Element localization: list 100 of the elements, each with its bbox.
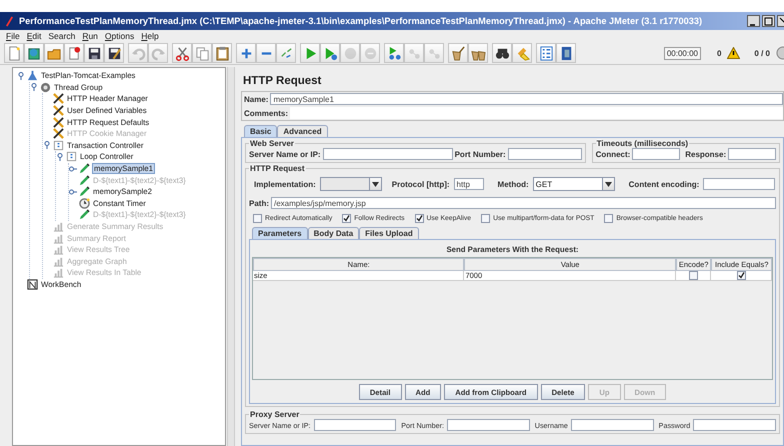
list-button[interactable]	[536, 43, 556, 63]
tab[interactable]: Advanced	[277, 125, 328, 137]
toggle-icon	[280, 48, 292, 58]
plus-icon	[240, 47, 252, 59]
folder-button[interactable]	[44, 43, 64, 63]
caret-icon	[604, 182, 612, 186]
remote-start-button[interactable]	[384, 43, 404, 63]
shutdown-icon	[364, 47, 376, 59]
port-field[interactable]	[508, 148, 582, 160]
window-title: PerformanceTestPlanMemoryThread.jmx (C:\TEMP\apache-jmeter-3.1\bin\examples\PerformanceTestPlanMemoryThread.jmx) - Apache JMeter (3.1 r1770033)	[19, 16, 704, 26]
broom-button[interactable]	[448, 43, 468, 63]
binoculars-icon	[495, 48, 509, 58]
copy-button[interactable]	[192, 43, 212, 63]
controller-icon	[66, 151, 77, 162]
field-label: Implementation:	[254, 180, 316, 188]
help-button[interactable]	[556, 43, 576, 63]
tab[interactable]: Body Data	[308, 227, 360, 239]
paste-button[interactable]	[212, 43, 232, 63]
field-label: Port Number:	[454, 150, 506, 158]
response-field[interactable]	[728, 148, 776, 160]
remote-start-icon	[388, 46, 400, 60]
field-label: Connect:	[596, 150, 630, 158]
list-icon	[540, 46, 552, 60]
play-timer-button[interactable]	[320, 43, 340, 63]
tab[interactable]: Files Upload	[359, 227, 419, 239]
folder-icon	[46, 48, 60, 60]
binoculars-button[interactable]	[492, 43, 512, 63]
server-field[interactable]	[322, 148, 453, 160]
menu-item[interactable]: Edit	[26, 31, 42, 41]
chart-icon	[53, 256, 64, 267]
expander-handle-icon[interactable]	[30, 83, 38, 92]
pen-icon	[79, 186, 90, 198]
tab[interactable]: Parameters	[252, 227, 308, 239]
proxy-field[interactable]	[693, 419, 776, 431]
proxy-field[interactable]	[447, 419, 530, 431]
field-label: Path:	[249, 198, 269, 208]
checkbox[interactable]	[253, 214, 262, 223]
tools-icon	[53, 116, 64, 128]
checkbox[interactable]	[342, 214, 352, 223]
warning-icon[interactable]	[727, 47, 740, 59]
brooms-button[interactable]	[468, 43, 488, 63]
encoding-field[interactable]	[703, 178, 776, 190]
group-title: HTTP Request	[249, 164, 306, 173]
chart-icon	[53, 232, 64, 244]
new-file-button[interactable]	[4, 43, 24, 63]
flask-icon	[27, 70, 38, 82]
tab[interactable]: Basic	[244, 125, 278, 137]
expander-handle-icon[interactable]	[43, 141, 51, 150]
name-field[interactable]: memorySample1	[270, 93, 783, 105]
floppy-pen-button[interactable]	[104, 43, 124, 63]
path-field[interactable]: /examples/jsp/memory.jsp	[271, 197, 776, 209]
floppy-pen-icon	[108, 47, 121, 59]
plus-button[interactable]	[236, 43, 256, 63]
menu-item[interactable]: Options	[104, 31, 134, 41]
expander-handle-icon[interactable]	[56, 152, 64, 161]
minimize-button[interactable]	[747, 15, 760, 27]
save-button[interactable]	[84, 43, 104, 63]
field-label: Name:	[244, 94, 268, 104]
menu-item[interactable]: File	[6, 31, 20, 41]
undo-icon	[131, 48, 145, 60]
brush-icon	[517, 47, 530, 60]
close-icon	[780, 17, 784, 25]
connect-field[interactable]	[632, 148, 680, 160]
menu-item[interactable]: Run	[82, 31, 98, 41]
tools-icon	[53, 93, 64, 104]
page-dot-button[interactable]	[64, 43, 84, 63]
cut-icon	[175, 46, 189, 60]
checkbox[interactable]	[688, 271, 698, 280]
chart-icon	[53, 244, 64, 256]
expander-handle-icon[interactable]	[69, 188, 77, 196]
toggle-button[interactable]	[276, 43, 296, 63]
error-count: 0	[716, 48, 722, 58]
comments-field[interactable]	[290, 107, 783, 119]
method-dropdown[interactable]: GET	[532, 177, 615, 191]
save-icon	[88, 47, 100, 59]
feather-icon	[4, 16, 15, 26]
remote-stop-icon	[408, 48, 420, 58]
maximize-button[interactable]	[762, 15, 775, 27]
checkbox[interactable]	[414, 214, 424, 223]
menu-item[interactable]: Help	[141, 31, 159, 41]
implementation-dropdown[interactable]	[320, 177, 382, 191]
play-icon	[306, 47, 316, 59]
expander-handle-icon[interactable]	[69, 164, 77, 173]
expander-handle-icon[interactable]	[17, 72, 25, 80]
group-title: Timeouts (milliseconds)	[596, 139, 690, 148]
checkbox[interactable]	[604, 214, 614, 223]
field-label: Response:	[685, 150, 726, 158]
globe-book-button[interactable]	[24, 43, 44, 63]
play-button[interactable]	[300, 43, 320, 63]
maximize-icon	[764, 17, 772, 25]
menu-item[interactable]: Search	[48, 31, 76, 41]
minus-button[interactable]	[256, 43, 276, 63]
proxy-field[interactable]	[570, 419, 654, 431]
protocol-field[interactable]: http	[454, 178, 484, 190]
proxy-field[interactable]	[314, 419, 396, 431]
field-label: Method:	[498, 180, 529, 188]
checkbox[interactable]	[481, 214, 490, 223]
cut-button[interactable]	[172, 43, 192, 63]
checkbox[interactable]	[736, 271, 746, 280]
redo-icon	[151, 48, 165, 60]
